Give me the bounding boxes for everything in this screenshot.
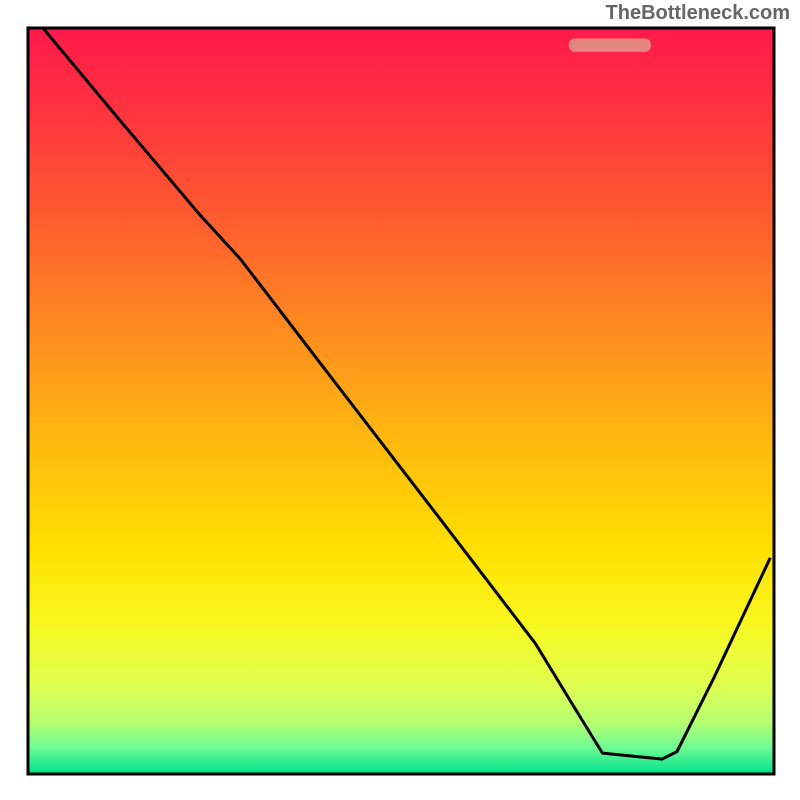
bottleneck-chart [0, 0, 800, 800]
watermark-text: TheBottleneck.com [606, 2, 790, 25]
optimal-marker [569, 38, 651, 51]
plot-area [28, 28, 774, 774]
